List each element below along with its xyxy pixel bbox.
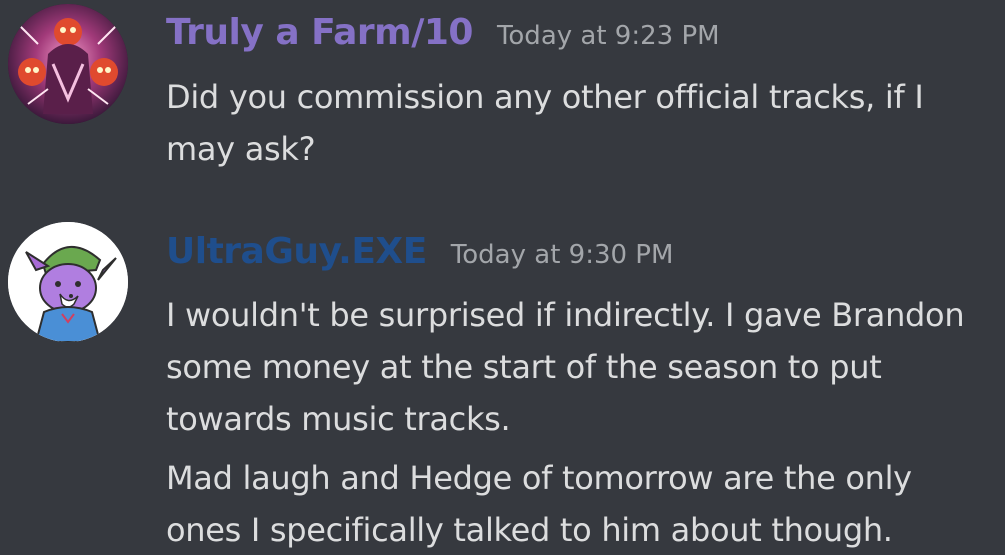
message-header: Truly a Farm/10 Today at 9:23 PM <box>166 12 720 53</box>
message-header: UltraGuy.EXE Today at 9:30 PM <box>166 231 673 272</box>
message-group: UltraGuy.EXE Today at 9:30 PM I wouldn't… <box>0 200 1005 555</box>
user-avatar[interactable] <box>8 4 128 124</box>
message-group: Truly a Farm/10 Today at 9:23 PM Did you… <box>0 0 1005 200</box>
message-content: Mad laugh and Hedge of tomorrow are the … <box>166 459 912 549</box>
author-name[interactable]: UltraGuy.EXE <box>166 231 427 272</box>
dark-jester-character-avatar-icon <box>8 4 128 124</box>
author-name[interactable]: Truly a Farm/10 <box>166 12 473 53</box>
timestamp[interactable]: Today at 9:30 PM <box>451 240 674 270</box>
timestamp[interactable]: Today at 9:23 PM <box>497 21 720 51</box>
purple-fox-character-avatar-icon <box>8 222 128 342</box>
user-avatar[interactable] <box>8 222 128 342</box>
message-content: I wouldn't be surprised if indirectly. I… <box>166 296 965 438</box>
message-content: Did you commission any other official tr… <box>166 78 924 168</box>
